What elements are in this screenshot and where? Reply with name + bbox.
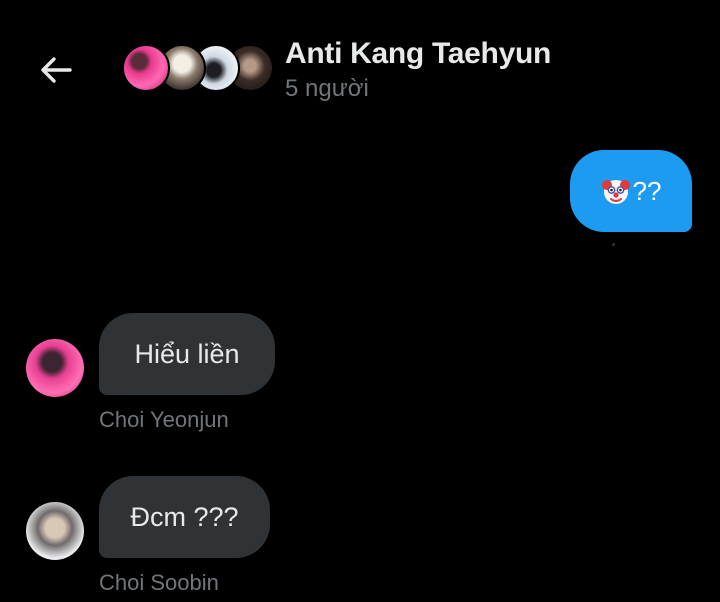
incoming-message-bubble[interactable]: Đcm ???	[99, 476, 270, 558]
sender-name: Choi Soobin	[99, 570, 219, 595]
member-count: 5 người	[285, 75, 369, 102]
arrow-left-icon	[41, 57, 72, 83]
sender-avatar-soobin[interactable]	[26, 502, 84, 560]
outgoing-message-bubble[interactable]: ??	[570, 150, 692, 232]
outgoing-message-content: ??	[601, 175, 662, 207]
message-status-dot	[612, 243, 615, 246]
sender-name: Choi Yeonjun	[99, 407, 229, 432]
participant-avatar	[122, 44, 170, 92]
outgoing-message-text: ??	[632, 175, 662, 206]
incoming-message-text: Đcm ???	[130, 501, 239, 532]
conversation-header: Anti Kang Taehyun 5 người	[0, 0, 720, 130]
incoming-message-bubble[interactable]: Hiểu liền	[99, 313, 275, 395]
back-button[interactable]	[34, 50, 78, 90]
group-avatar-stack[interactable]	[122, 44, 274, 96]
clown-face-icon	[601, 180, 630, 204]
sender-avatar-yeonjun[interactable]	[26, 339, 84, 397]
conversation-info[interactable]: Anti Kang Taehyun 5 người	[285, 34, 551, 104]
incoming-message-text: Hiểu liền	[134, 338, 240, 369]
conversation-title: Anti Kang Taehyun	[285, 37, 552, 70]
